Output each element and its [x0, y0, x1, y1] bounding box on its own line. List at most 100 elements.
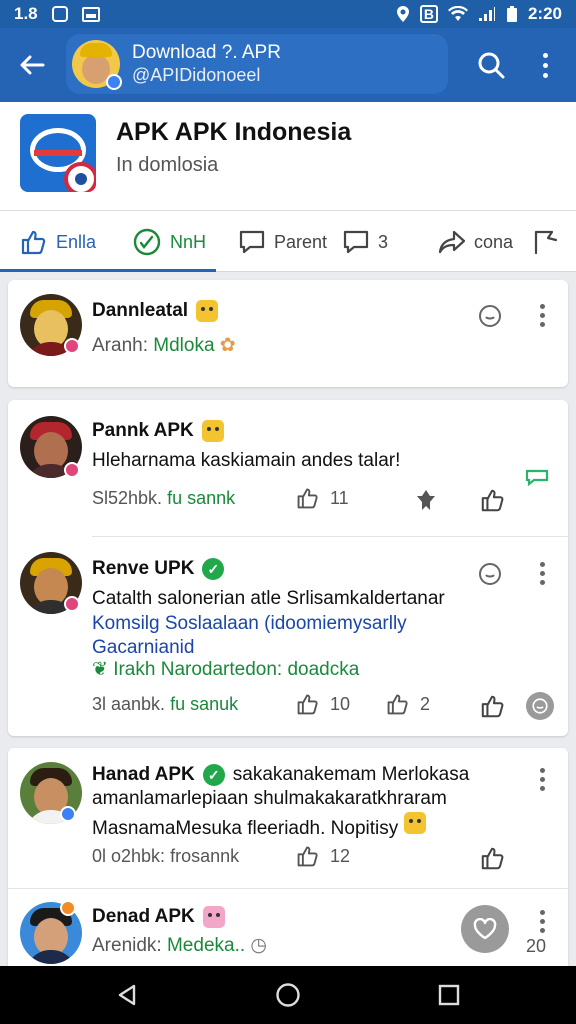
thumbs-up-icon [481, 695, 504, 718]
like-count[interactable]: 11 [296, 486, 349, 510]
nav-back-button[interactable] [112, 980, 142, 1010]
thumbs-up-icon [297, 694, 318, 715]
post-link[interactable]: Gacarnianid [92, 637, 194, 659]
square-recents-icon [438, 984, 460, 1006]
header-profile[interactable]: Download ?. APR @APIDidonoeel [66, 34, 448, 94]
boost-button[interactable] [412, 486, 440, 514]
author-name: Dannleatal [92, 300, 189, 321]
floating-heart-button[interactable] [461, 905, 509, 953]
author-name: Hanad APK [92, 764, 195, 785]
leaf-icon: ❦ [92, 659, 108, 680]
tab-label: Parent [274, 231, 328, 252]
more-options-button[interactable] [532, 908, 552, 934]
post-green-text: ❦ Irakh Narodartedon: doadcka [92, 658, 359, 681]
thumbs-up-icon [21, 230, 46, 255]
post-tag: fu sannk [167, 488, 236, 508]
tab-comments[interactable]: 3 [342, 225, 388, 259]
verified-icon: ✓ [202, 764, 225, 786]
group-header: APK APK Indonesia In domlosia [0, 102, 576, 210]
emoji-icon [202, 906, 225, 928]
reaction-button[interactable] [476, 560, 504, 588]
post-author[interactable]: Dannleatal [92, 300, 219, 322]
header-subtitle: @APIDidonoeel [132, 65, 261, 85]
post-text: Aranh: Mdloka ✿ [92, 334, 236, 357]
tab-flag[interactable] [532, 225, 562, 259]
more-options-button[interactable] [532, 302, 552, 328]
status-mark: B [419, 5, 438, 23]
comment-icon [239, 230, 265, 254]
comment-icon [343, 230, 369, 254]
post-text: Catalth salonerian atle Srlisamkaldertan… [92, 588, 445, 609]
reply-count: 20 [526, 936, 547, 956]
chat-bubble-button[interactable] [522, 466, 552, 488]
post-text: sakakanakemam Merlokasa [232, 764, 470, 785]
group-title: APK APK Indonesia [116, 118, 352, 146]
like-button[interactable] [478, 692, 508, 720]
divider [92, 536, 568, 537]
back-button[interactable] [0, 28, 64, 102]
post-link[interactable]: Komsilg Soslaalaan (idoomiemysarlly [92, 613, 407, 635]
post-tag: fu sanuk [170, 694, 239, 714]
like-count-value: 12 [330, 845, 351, 866]
post-author[interactable]: Pannk APK [92, 420, 224, 442]
reaction-button[interactable] [476, 302, 504, 330]
post-text-line: MasnamaMesuka fleeriadh. Nopitisy [92, 818, 399, 839]
tab-like[interactable]: Enlla [20, 225, 96, 259]
app-bar: Download ?. APR @APIDidonoeel [0, 28, 576, 102]
thumbs-up-icon [387, 694, 408, 715]
tab-share[interactable]: cona [438, 225, 513, 259]
tab-label: NnH [170, 231, 207, 252]
signal-icon [478, 7, 495, 21]
share-count-value: 2 [420, 693, 431, 714]
post-meta: Sl52hbk. fu sannk [92, 488, 235, 509]
post-time: Sl52hbk. [92, 488, 163, 508]
group-logo[interactable] [20, 114, 96, 192]
location-icon [396, 6, 409, 22]
verified-icon: ✓ [202, 558, 225, 580]
more-options-button[interactable] [532, 560, 552, 586]
emoji-icon [403, 812, 426, 834]
post-author[interactable]: Denad APK [92, 906, 225, 928]
nav-home-button[interactable] [273, 980, 303, 1010]
reaction-button[interactable] [526, 692, 554, 720]
emoji-icon [196, 300, 219, 322]
post-author[interactable]: Renve UPK ✓ [92, 558, 225, 580]
tab-label: cona [474, 231, 514, 252]
more-options-button[interactable] [532, 766, 552, 792]
share-icon [438, 230, 466, 254]
nav-recents-button[interactable] [434, 980, 464, 1010]
post-author[interactable]: Hanad APK ✓ sakakanakemam Merlokasa [92, 764, 469, 786]
like-button[interactable] [478, 486, 508, 514]
thumbs-up-icon [297, 846, 318, 867]
like-count[interactable]: 10 [296, 692, 350, 716]
like-count[interactable]: 12 [296, 844, 350, 868]
badge-icon [64, 338, 80, 354]
thumbs-up-icon [481, 847, 504, 870]
status-time: 2:20 [527, 4, 562, 23]
post-card[interactable]: Dannleatal Aranh: Mdloka ✿ [8, 280, 568, 387]
header-title: Download ?. APR [132, 42, 281, 63]
text-prefix: Arenidk: [92, 935, 162, 956]
green-text-value: Irakh Narodartedon: doadcka [113, 659, 360, 680]
search-button[interactable] [472, 46, 510, 84]
smiley-icon [479, 563, 501, 585]
like-count-value: 10 [330, 693, 351, 714]
text-prefix: Aranh: [92, 335, 148, 356]
smiley-icon [479, 305, 501, 327]
badge-icon [64, 596, 80, 612]
thumbs-up-icon [297, 488, 318, 509]
clock-icon: ◷ [250, 935, 268, 956]
like-count-value: 11 [330, 487, 349, 508]
post-text: Arenidk: Medeka.. ◷ [92, 934, 267, 957]
share-count[interactable]: 2 [386, 692, 430, 716]
tab-parent[interactable]: Parent [238, 225, 327, 259]
like-button[interactable] [478, 844, 508, 872]
more-options-button[interactable] [528, 46, 562, 84]
tab-label: 3 [378, 231, 389, 252]
heart-icon [473, 918, 497, 940]
flower-icon: ✿ [219, 335, 236, 356]
search-icon [478, 52, 505, 79]
tab-nnh[interactable]: NnH [132, 225, 206, 259]
post-card-group: Pannk APK Hleharnama kaskiamain andes ta… [8, 400, 568, 736]
author-name: Denad APK [92, 906, 195, 927]
